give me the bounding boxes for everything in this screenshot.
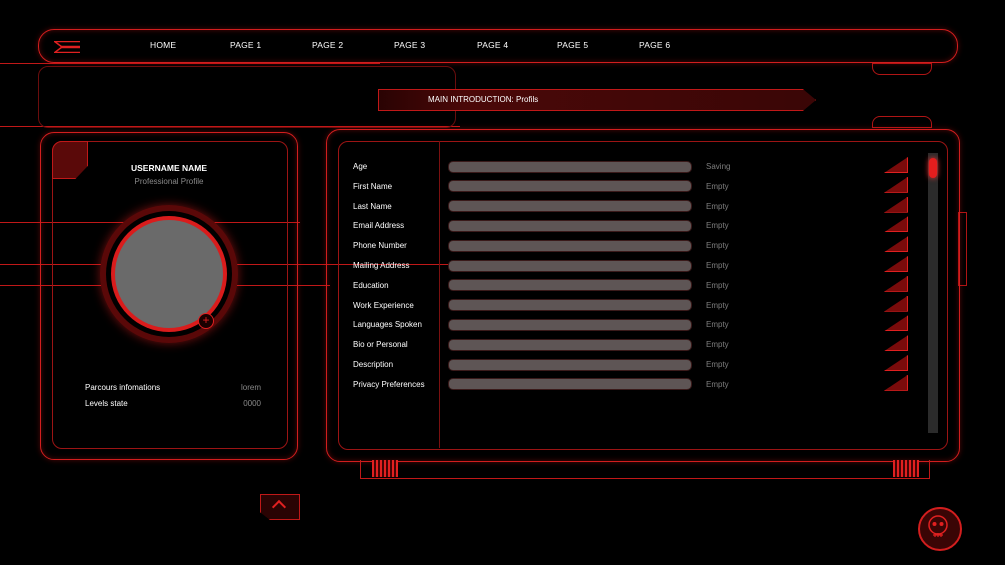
field-label: Age [353, 162, 368, 171]
nav-link-page-1[interactable]: PAGE 1 [230, 40, 261, 50]
field-input[interactable] [448, 358, 692, 371]
top-right-tab [872, 63, 932, 75]
nav-link-page-2[interactable]: PAGE 2 [312, 40, 343, 50]
field-status: Empty [706, 201, 729, 211]
field-status: Empty [706, 261, 729, 270]
field-status: Empty [706, 221, 729, 231]
field-status: Empty [706, 280, 729, 290]
vent-decoration [893, 460, 919, 477]
field-status: Empty [706, 340, 729, 350]
field-input[interactable] [448, 299, 692, 312]
field-status: Empty [706, 360, 729, 369]
field-status: Empty [706, 300, 729, 310]
username: USERNAME NAME [130, 163, 208, 173]
field-label: Privacy Preferences [353, 379, 425, 389]
nav-link-page-5[interactable]: PAGE 5 [557, 40, 588, 50]
field-label: First Name [353, 181, 393, 191]
field-input[interactable] [448, 160, 692, 173]
nav-link-page-3[interactable]: PAGE 3 [394, 40, 425, 50]
field-input[interactable] [448, 259, 692, 272]
field-input[interactable] [448, 239, 692, 252]
nav-link-page-6[interactable]: PAGE 6 [639, 40, 670, 50]
field-input[interactable] [448, 318, 692, 331]
field-status: Saving [706, 162, 731, 171]
field-label: Bio or Personal [353, 340, 408, 350]
info-label: Levels state [85, 399, 128, 408]
nav-link-home[interactable]: HOME [150, 40, 176, 50]
scrollbar-track[interactable] [928, 153, 938, 433]
field-label: Description [353, 360, 394, 369]
nav-link-page-4[interactable]: PAGE 4 [477, 40, 508, 50]
info-value: 0000 [243, 399, 261, 408]
intro-title: MAIN INTRODUCTION: Profils [428, 95, 539, 104]
field-status: Empty [706, 181, 729, 191]
field-input[interactable] [448, 279, 692, 292]
field-label: Email Address [353, 221, 405, 231]
info-label: Parcours infomations [85, 383, 161, 392]
profile-role: Professional Profile [134, 177, 204, 186]
info-value: lorem [240, 383, 261, 392]
bottom-frame [360, 460, 930, 479]
field-input[interactable] [448, 200, 692, 213]
field-label: Education [353, 280, 389, 290]
top-navigation-bar: HOME PAGE 1 PAGE 2 PAGE 3 PAGE 4 PAGE 5 PAGE 6 [38, 29, 958, 63]
field-status: Empty [706, 320, 729, 330]
scrollbar-thumb[interactable] [929, 158, 937, 178]
field-label: Phone Number [353, 241, 407, 251]
field-input[interactable] [448, 219, 692, 232]
field-label: Work Experience [353, 300, 414, 310]
field-status: Empty [706, 241, 729, 251]
field-label: Languages Spoken [353, 320, 422, 330]
field-input[interactable] [448, 338, 692, 351]
field-label: Mailing Address [353, 261, 410, 270]
top-right-tab [872, 116, 932, 128]
vent-decoration [372, 460, 398, 477]
skull-icon[interactable] [918, 507, 962, 551]
intro-banner: MAIN INTRODUCTION: Profils [378, 89, 816, 111]
field-input[interactable] [448, 180, 692, 193]
glitch-line [0, 63, 380, 64]
plus-icon[interactable]: + [198, 313, 214, 329]
avatar[interactable] [115, 220, 223, 328]
field-label: Last Name [353, 201, 392, 211]
field-status: Empty [706, 379, 729, 389]
field-input[interactable] [448, 378, 692, 391]
